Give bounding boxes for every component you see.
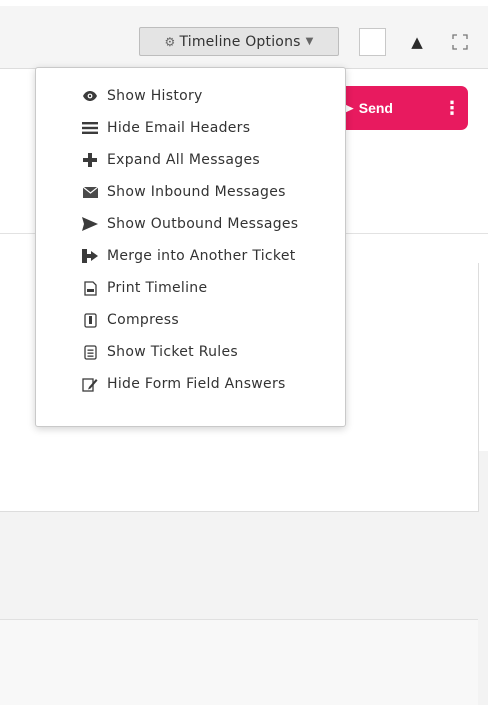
eye-icon: [80, 90, 100, 102]
menu-item-label: Show Outbound Messages: [107, 216, 299, 232]
plus-icon: [80, 153, 100, 167]
menu-item-label: Show Ticket Rules: [107, 344, 238, 360]
caret-down-icon: ▼: [305, 36, 314, 47]
menu-item-print-timeline[interactable]: Print Timeline: [36, 273, 345, 303]
send-arrow-icon: [80, 217, 100, 231]
print-icon: [80, 280, 100, 296]
list-icon: [80, 344, 100, 360]
menu-item-label: Print Timeline: [107, 280, 208, 296]
menu-item-label: Expand All Messages: [107, 152, 260, 168]
vertical-ellipsis-icon: ⋮: [443, 97, 461, 119]
menu-item-label: Hide Form Field Answers: [107, 376, 286, 392]
menu-item-show-inbound-messages[interactable]: Show Inbound Messages: [36, 177, 345, 207]
select-checkbox[interactable]: [359, 28, 386, 56]
timeline-options-menu: Show History Hide Email Headers Expand A…: [35, 67, 346, 427]
edit-form-icon: [80, 377, 100, 392]
menu-item-label: Compress: [107, 312, 179, 328]
send-button-group: ➤ Send ⋮: [330, 86, 468, 130]
menu-item-label: Show History: [107, 88, 203, 104]
send-button[interactable]: ➤ Send: [342, 86, 393, 130]
expand-icon: [452, 34, 468, 50]
menu-item-label: Show Inbound Messages: [107, 184, 286, 200]
menu-item-merge-into-another-ticket[interactable]: Merge into Another Ticket: [36, 241, 345, 271]
more-options-button[interactable]: ⋮: [443, 86, 461, 130]
collapse-button[interactable]: ▲: [400, 28, 434, 56]
menu-item-show-history[interactable]: Show History: [36, 81, 345, 111]
timeline-options-button[interactable]: ⚙ Timeline Options ▼: [139, 27, 339, 56]
menu-item-label: Hide Email Headers: [107, 120, 251, 136]
triangle-up-icon: ▲: [411, 33, 423, 51]
toolbar-top-edge: [0, 0, 488, 6]
menu-item-expand-all-messages[interactable]: Expand All Messages: [36, 145, 345, 175]
menu-item-compress[interactable]: Compress: [36, 305, 345, 335]
send-label: Send: [358, 100, 393, 116]
menu-item-show-outbound-messages[interactable]: Show Outbound Messages: [36, 209, 345, 239]
menu-item-label: Merge into Another Ticket: [107, 248, 296, 264]
timeline-options-label: Timeline Options: [179, 33, 301, 50]
menu-item-hide-email-headers[interactable]: Hide Email Headers: [36, 113, 345, 143]
compress-icon: [80, 312, 100, 328]
fullscreen-button[interactable]: [446, 28, 474, 56]
timeline-toolbar: ⚙ Timeline Options ▼ ▲: [0, 0, 488, 68]
menu-item-hide-form-field-answers[interactable]: Hide Form Field Answers: [36, 369, 345, 399]
envelope-icon: [80, 186, 100, 198]
content-lower-area: [0, 620, 478, 705]
gear-icon: ⚙: [164, 34, 176, 49]
merge-icon: [80, 249, 100, 263]
menu-item-show-ticket-rules[interactable]: Show Ticket Rules: [36, 337, 345, 367]
bars-icon: [80, 122, 100, 134]
